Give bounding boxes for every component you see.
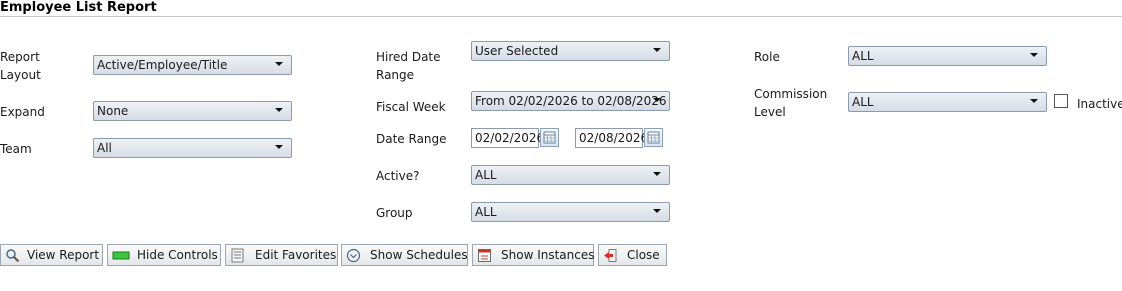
green-bar-icon [112, 248, 130, 263]
close-label: Close [627, 248, 660, 262]
magnifier-icon [5, 248, 20, 263]
view-report-label: View Report [27, 248, 100, 262]
group-value: ALL [475, 205, 497, 219]
show-instances-label: Show Instances [501, 248, 595, 262]
role-dropdown[interactable]: ALL [848, 46, 1047, 66]
hired-date-range-value: User Selected [475, 44, 559, 58]
edit-favorites-label: Edit Favorites [255, 248, 337, 262]
expand-value: None [97, 104, 129, 118]
chevron-down-icon [653, 98, 661, 102]
expand-label: Expand [0, 105, 45, 119]
chevron-down-icon [275, 145, 283, 149]
hired-date-range-dropdown[interactable]: User Selected [471, 41, 670, 61]
date-range-start-input[interactable]: 02/02/2026 [471, 128, 544, 148]
team-value: All [97, 141, 112, 155]
role-value: ALL [852, 49, 874, 63]
clock-icon [346, 248, 361, 263]
hired-date-range-label: Hired Date Range [376, 50, 441, 82]
report-layout-value: Active/Employee/Title [97, 58, 228, 72]
commission-level-value: ALL [852, 95, 874, 109]
edit-favorites-button[interactable]: Edit Favorites [225, 244, 338, 266]
view-report-button[interactable]: View Report [0, 244, 103, 266]
active-value: ALL [475, 168, 497, 182]
hide-controls-label: Hide Controls [137, 248, 218, 262]
show-schedules-label: Show Schedules [370, 248, 468, 262]
team-label: Team [0, 142, 32, 156]
chevron-down-icon [653, 172, 661, 176]
page-title: Employee List Report [0, 0, 157, 15]
hide-controls-button[interactable]: Hide Controls [107, 244, 221, 266]
chevron-down-icon [653, 209, 661, 213]
group-label: Group [376, 206, 413, 220]
commission-level-label: Commission Level [754, 87, 828, 119]
date-range-label: Date Range [376, 132, 447, 146]
exit-door-icon [603, 248, 618, 263]
calendar-icon[interactable] [644, 128, 663, 147]
expand-dropdown[interactable]: None [93, 101, 292, 121]
chevron-down-icon [1030, 99, 1038, 103]
role-label: Role [754, 50, 780, 64]
close-button[interactable]: Close [598, 244, 667, 266]
chevron-down-icon [275, 62, 283, 66]
title-divider [0, 16, 1122, 17]
group-dropdown[interactable]: ALL [471, 202, 670, 222]
list-document-icon [230, 248, 245, 263]
show-instances-button[interactable]: Show Instances [472, 244, 595, 266]
team-dropdown[interactable]: All [93, 138, 292, 158]
fiscal-week-value: From 02/02/2026 to 02/08/2026 [475, 94, 667, 108]
calendar-icon [477, 248, 492, 263]
report-layout-label: Report Layout [0, 50, 41, 82]
calendar-icon[interactable] [540, 128, 559, 147]
chevron-down-icon [1030, 53, 1038, 57]
chevron-down-icon [653, 48, 661, 52]
active-label: Active? [376, 169, 420, 183]
chevron-down-icon [275, 108, 283, 112]
fiscal-week-label: Fiscal Week [376, 100, 446, 114]
commission-level-dropdown[interactable]: ALL [848, 92, 1047, 112]
fiscal-week-dropdown[interactable]: From 02/02/2026 to 02/08/2026 [471, 91, 670, 111]
inactive-label: Inactive [1077, 97, 1122, 111]
show-schedules-button[interactable]: Show Schedules [341, 244, 468, 266]
inactive-checkbox[interactable] [1054, 94, 1068, 108]
report-layout-dropdown[interactable]: Active/Employee/Title [93, 55, 292, 75]
date-range-end-input[interactable]: 02/08/2026 [575, 128, 648, 148]
active-dropdown[interactable]: ALL [471, 165, 670, 185]
